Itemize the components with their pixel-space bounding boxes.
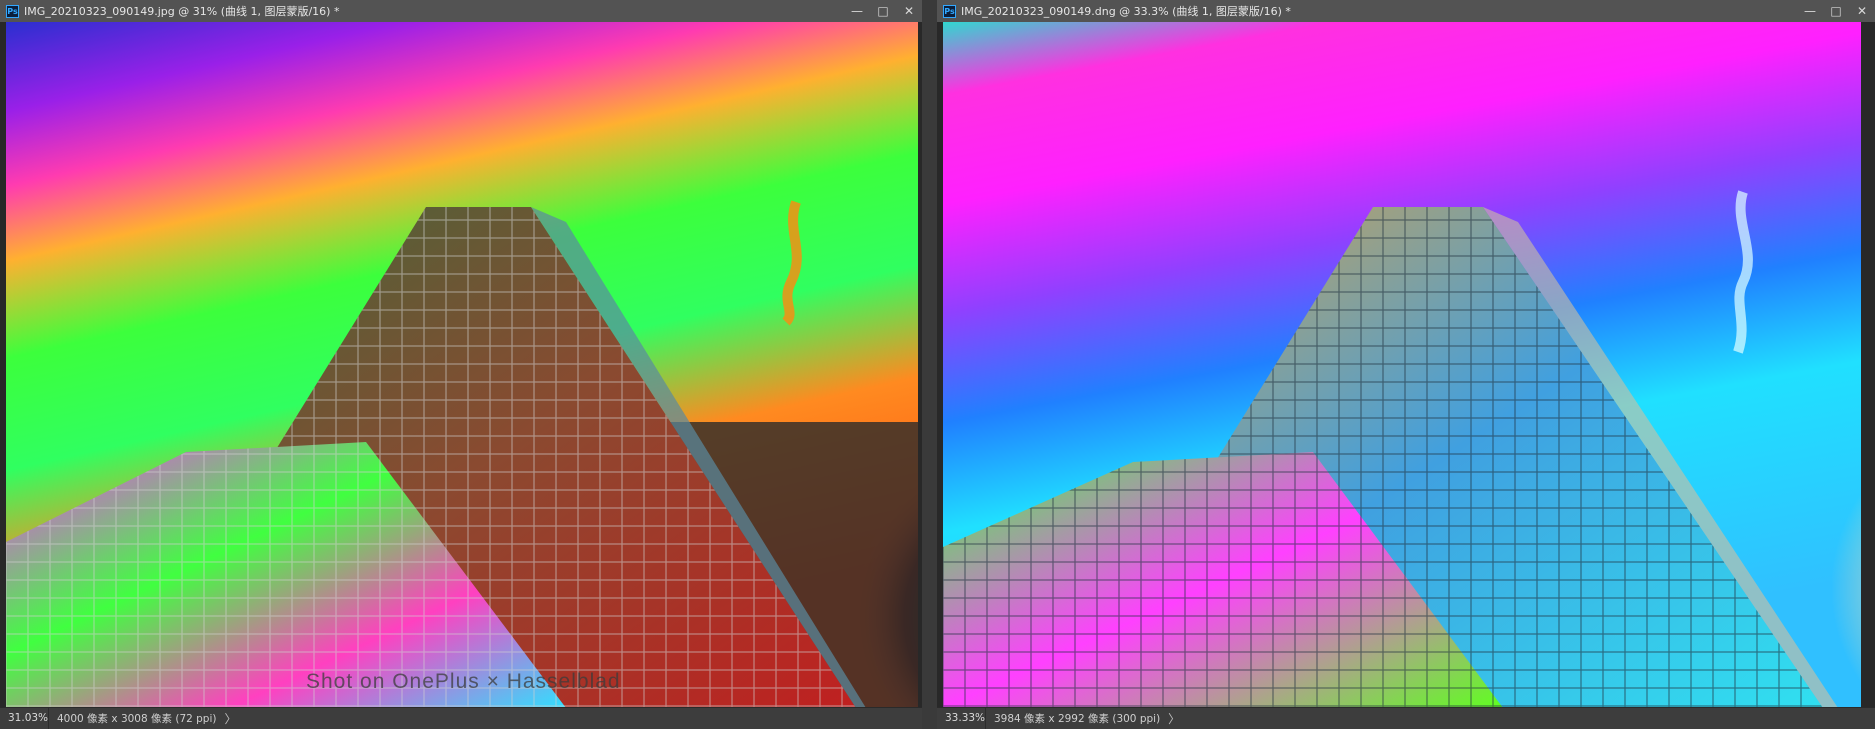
document-title: IMG_20210323_090149.dng @ 33.3% (曲线 1, 图… xyxy=(961,5,1291,18)
image-canvas-right[interactable] xyxy=(943,22,1861,708)
document-size-info: 4000 像素 x 3008 像素 (72 ppi) xyxy=(57,713,217,725)
status-bar-right: 33.33% 3984 像素 x 2992 像素 (300 ppi) 〉 xyxy=(937,707,1875,729)
zoom-level-field[interactable]: 31.03% xyxy=(0,708,49,729)
image-canvas-left[interactable]: Shot on OnePlus × Hasselblad xyxy=(6,22,918,708)
document-size-info: 3984 像素 x 2992 像素 (300 ppi) xyxy=(994,713,1161,725)
document-title: IMG_20210323_090149.jpg @ 31% (曲线 1, 图层蒙… xyxy=(24,5,340,18)
document-tab-right[interactable]: Ps IMG_20210323_090149.dng @ 33.3% (曲线 1… xyxy=(937,0,1875,22)
minimize-button[interactable]: — xyxy=(1797,0,1823,22)
photo-left xyxy=(6,22,918,708)
maximize-button[interactable]: □ xyxy=(1823,0,1849,22)
photoshop-icon: Ps xyxy=(943,4,956,18)
status-menu-arrow[interactable]: 〉 xyxy=(216,710,236,727)
document-window-right[interactable]: Ps IMG_20210323_090149.dng @ 33.3% (曲线 1… xyxy=(937,0,1875,729)
status-bar-left: 31.03% 4000 像素 x 3008 像素 (72 ppi) 〉 xyxy=(0,707,922,729)
close-button[interactable]: ✕ xyxy=(1849,0,1875,22)
close-button[interactable]: ✕ xyxy=(896,0,922,22)
workspace-divider xyxy=(922,0,937,729)
minimize-button[interactable]: — xyxy=(844,0,870,22)
camera-watermark: Shot on OnePlus × Hasselblad xyxy=(306,670,621,693)
document-tab-left[interactable]: Ps IMG_20210323_090149.jpg @ 31% (曲线 1, … xyxy=(0,0,922,22)
photo-right xyxy=(943,22,1861,708)
zoom-level-field[interactable]: 33.33% xyxy=(937,708,986,729)
status-menu-arrow[interactable]: 〉 xyxy=(1160,710,1180,727)
document-window-left[interactable]: Ps IMG_20210323_090149.jpg @ 31% (曲线 1, … xyxy=(0,0,922,729)
maximize-button[interactable]: □ xyxy=(870,0,896,22)
photoshop-icon: Ps xyxy=(6,4,19,18)
